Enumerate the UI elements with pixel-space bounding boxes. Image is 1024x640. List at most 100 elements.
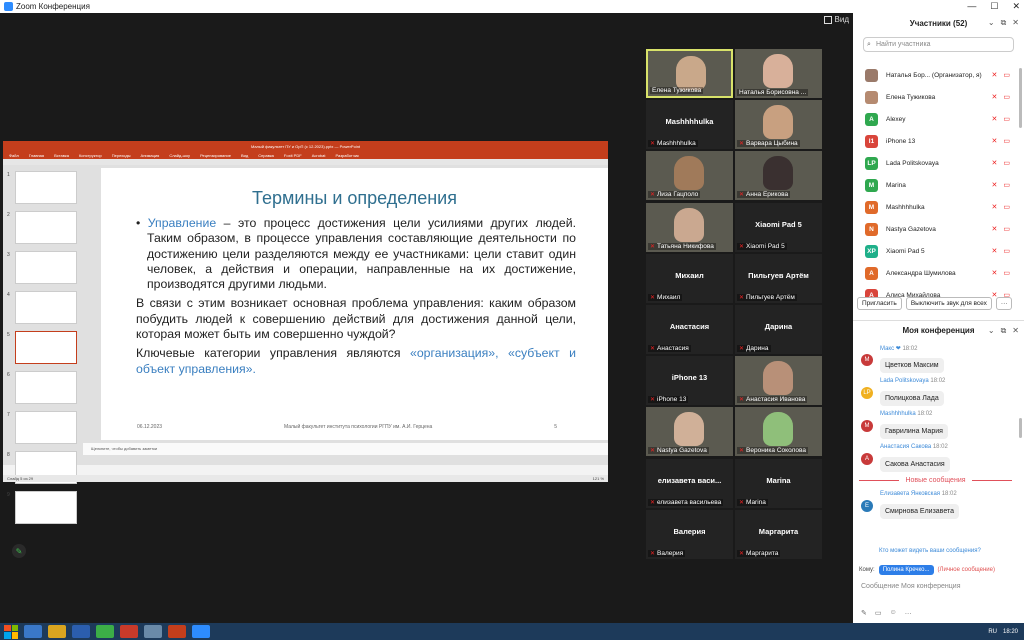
ppt-menu-item[interactable]: Вид — [241, 153, 248, 158]
video-off-icon[interactable]: ▭ — [1003, 159, 1010, 167]
mic-muted-icon[interactable]: ✕ — [992, 71, 998, 79]
video-off-icon[interactable]: ▭ — [1003, 115, 1010, 123]
format-icon[interactable]: ✎ — [861, 609, 867, 617]
video-off-icon[interactable]: ▭ — [1003, 247, 1010, 255]
chrome-icon[interactable] — [96, 625, 114, 638]
video-off-icon[interactable]: ▭ — [1003, 181, 1010, 189]
ppt-menu-item[interactable]: Справка — [258, 153, 274, 158]
video-tile[interactable]: Михаил ✕ Михаил — [646, 253, 733, 303]
mic-muted-icon[interactable]: ✕ — [992, 93, 998, 101]
video-off-icon[interactable]: ▭ — [1003, 203, 1010, 211]
chat-input[interactable]: Сообщение Моя конференция — [861, 583, 961, 590]
video-tile[interactable]: ✕ Анастасия Иванова — [735, 356, 822, 406]
yandex-icon[interactable] — [120, 625, 138, 638]
notes-area[interactable]: Щелкните, чтобы добавить заметки — [83, 443, 608, 455]
video-off-icon[interactable]: ▭ — [1003, 269, 1010, 277]
mic-muted-icon[interactable]: ✕ — [992, 203, 998, 211]
chat-close-icon[interactable]: ✕ — [1012, 326, 1019, 336]
word-icon[interactable] — [72, 625, 90, 638]
ppt-menu-item[interactable]: Разработчик — [335, 153, 358, 158]
video-tile[interactable]: ✕ Анна Ерикова — [735, 151, 822, 201]
view-button[interactable]: Вид — [823, 15, 849, 24]
participant-row[interactable]: Наталья Бор... (Организатор, я) ✕ ▭ — [853, 64, 1018, 86]
close-panel-icon[interactable]: ✕ — [1012, 18, 1019, 28]
participants-scrollbar[interactable] — [1019, 68, 1022, 128]
video-tile[interactable]: iPhone 13 ✕ iPhone 13 — [646, 356, 733, 406]
video-tile[interactable]: Валерия ✕ Валерия — [646, 509, 733, 559]
maximize-button[interactable]: ☐ — [990, 0, 998, 13]
participant-row[interactable]: M Mashhhhulka ✕ ▭ — [853, 196, 1018, 218]
video-tile[interactable]: Маргарита ✕ Маргарита — [735, 509, 822, 559]
participant-search-input[interactable]: ⌕ Найти участника — [863, 37, 1014, 52]
video-tile[interactable]: Mashhhhulka ✕ Mashhhhulka — [646, 100, 733, 150]
ppt-menu-item[interactable]: Foxit PDF — [284, 153, 302, 158]
slide-thumbnail[interactable]: 3 — [7, 251, 77, 284]
slide-thumbnail[interactable]: 2 — [7, 211, 77, 244]
chevron-down-icon[interactable]: ⌄ — [988, 18, 995, 28]
slide-thumbnail[interactable]: 6 — [7, 371, 77, 404]
ppt-menu-item[interactable]: Вставка — [54, 153, 69, 158]
ppt-menu-item[interactable]: Конструктор — [79, 153, 102, 158]
chat-popout-icon[interactable]: ⧉ — [1001, 326, 1007, 336]
video-tile[interactable]: Елена Тужикова — [646, 49, 733, 98]
participant-row[interactable]: Елена Тужикова ✕ ▭ — [853, 86, 1018, 108]
video-tile[interactable]: Пильгуев Артём ✕ Пильгуев Артём — [735, 253, 822, 303]
video-off-icon[interactable]: ▭ — [1003, 225, 1010, 233]
popout-icon[interactable]: ⧉ — [1001, 18, 1007, 28]
participant-row[interactable]: LP Lada Politskovaya ✕ ▭ — [853, 152, 1018, 174]
chat-scrollbar[interactable] — [1019, 418, 1022, 438]
ppt-menu-item[interactable]: Анимация — [141, 153, 160, 158]
zoom-taskbar-icon[interactable] — [192, 625, 210, 638]
recipient-select[interactable]: Полина Кречко... — [878, 565, 934, 575]
minimize-button[interactable]: — — [967, 0, 976, 13]
more-icon[interactable]: … — [905, 609, 912, 617]
mic-muted-icon[interactable]: ✕ — [992, 269, 998, 277]
close-button[interactable]: ✕ — [1012, 0, 1020, 13]
video-tile[interactable]: ✕ Татьяна Никифова — [646, 202, 733, 252]
slide-thumbnail[interactable]: 5 — [7, 331, 77, 364]
video-tile[interactable]: ✕ Лиза Гацполо — [646, 151, 733, 201]
participant-row[interactable]: А Александра Шумилова ✕ ▭ — [853, 262, 1018, 284]
ppt-menu-item[interactable]: Слайд-шоу — [169, 153, 190, 158]
slide-thumbnail[interactable]: 4 — [7, 291, 77, 324]
video-tile[interactable]: Дарина ✕ Дарина — [735, 305, 822, 354]
video-tile[interactable]: елизавета васи... ✕ елизавета васильева — [646, 458, 733, 508]
ppt-menu-item[interactable]: Acrobat — [312, 153, 326, 158]
language-indicator[interactable]: RU — [988, 629, 997, 635]
more-button[interactable]: ··· — [995, 297, 1013, 310]
file-icon[interactable]: ▭ — [875, 609, 882, 617]
participant-row[interactable]: A Alexey ✕ ▭ — [853, 108, 1018, 130]
slide-thumbnail[interactable]: 1 — [7, 171, 77, 204]
mic-muted-icon[interactable]: ✕ — [992, 225, 998, 233]
emoji-icon[interactable]: ☺ — [890, 609, 897, 617]
powerpoint-icon[interactable] — [168, 625, 186, 638]
video-tile[interactable]: Marina ✕ Marina — [735, 458, 822, 508]
ppt-menu-item[interactable]: Файл — [9, 153, 19, 158]
mic-muted-icon[interactable]: ✕ — [992, 159, 998, 167]
mic-muted-icon[interactable]: ✕ — [992, 247, 998, 255]
mic-muted-icon[interactable]: ✕ — [992, 181, 998, 189]
slide-thumbnail[interactable]: 9 — [7, 491, 77, 524]
folder-icon[interactable] — [48, 625, 66, 638]
ppt-menu-item[interactable]: Переходы — [112, 153, 131, 158]
video-off-icon[interactable]: ▭ — [1003, 71, 1010, 79]
participant-row[interactable]: XP Xiaomi Pad 5 ✕ ▭ — [853, 240, 1018, 262]
video-tile[interactable]: ✕ Nastya Gazetova — [646, 407, 733, 457]
ppt-menu-item[interactable]: Рецензирование — [200, 153, 231, 158]
video-tile[interactable]: Наталья Борисовна ... — [735, 49, 822, 98]
video-off-icon[interactable]: ▭ — [1003, 93, 1010, 101]
ie-icon[interactable] — [24, 625, 42, 638]
participant-row[interactable]: I1 iPhone 13 ✕ ▭ — [853, 130, 1018, 152]
mic-muted-icon[interactable]: ✕ — [992, 115, 998, 123]
who-can-see-link[interactable]: Кто может видеть ваши сообщения? — [879, 548, 981, 554]
participant-row[interactable]: M Marina ✕ ▭ — [853, 174, 1018, 196]
video-off-icon[interactable]: ▭ — [1003, 137, 1010, 145]
mute-all-button[interactable]: Выключить звук для всех — [905, 297, 992, 310]
photos-icon[interactable] — [144, 625, 162, 638]
video-tile[interactable]: ✕ Вероника Соколова — [735, 407, 822, 457]
video-tile[interactable]: Xiaomi Pad 5 ✕ Xiaomi Pad 5 — [735, 202, 822, 252]
participant-row[interactable]: N Nastya Gazetova ✕ ▭ — [853, 218, 1018, 240]
chat-chevron-icon[interactable]: ⌄ — [988, 326, 995, 336]
slide-thumbnail[interactable]: 7 — [7, 411, 77, 444]
video-tile[interactable]: ✕ Варвара Цыбина — [735, 100, 822, 150]
